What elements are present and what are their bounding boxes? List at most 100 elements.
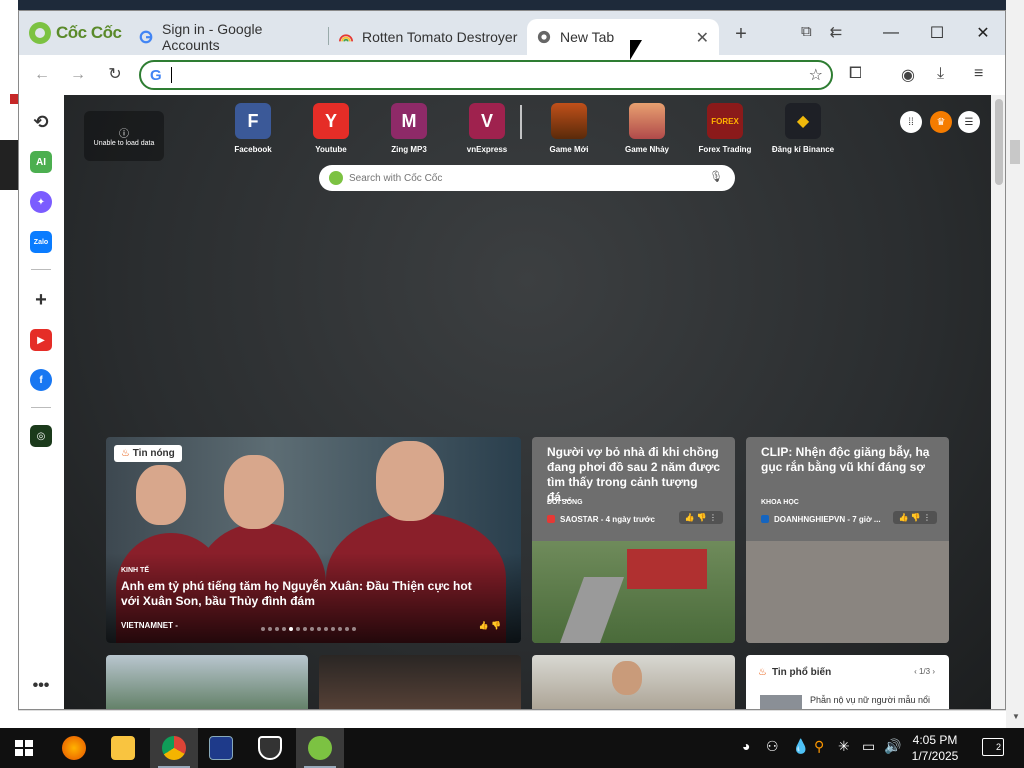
news-category: KHOA HỌC: [761, 499, 799, 506]
close-tab-icon[interactable]: ✕: [696, 28, 709, 48]
speed-dial-facebook[interactable]: F Facebook: [214, 103, 292, 154]
browser-toolbar: ← → ↻ G ☆ ⧠ ◉ ⤓ ≡: [19, 55, 1005, 95]
news-card-stadium[interactable]: [106, 655, 308, 709]
droplet-tray-icon[interactable]: 💧: [792, 738, 809, 755]
speed-dial-game-moi[interactable]: Game Mới: [530, 103, 608, 154]
chrome-tray-icon[interactable]: ◕: [742, 738, 750, 754]
address-bar[interactable]: G ☆: [139, 60, 833, 90]
news-source: VIETNAMNET -: [121, 621, 178, 630]
thumbs-down-icon[interactable]: 👎: [491, 621, 501, 630]
tab-google-sign-in[interactable]: Sign in - Google Accounts: [129, 19, 329, 55]
security-shield-icon[interactable]: [258, 736, 282, 760]
page-scrollbar[interactable]: [991, 95, 1005, 709]
tab-list-icon[interactable]: ⇇: [830, 23, 843, 41]
tab-search-icon[interactable]: ⧉: [801, 23, 812, 41]
speed-dial-zing-mp3[interactable]: M Zing MP3: [370, 103, 448, 154]
search-box[interactable]: 🎙: [319, 165, 735, 191]
browser-brand[interactable]: Cốc Cốc: [29, 21, 122, 45]
more-icon[interactable]: ⋮: [923, 513, 931, 522]
address-input[interactable]: [175, 64, 775, 86]
news-title[interactable]: Anh em tỷ phú tiếng tăm họ Nguyễn Xuân: …: [121, 579, 491, 609]
coccoc-taskbar-icon[interactable]: [308, 736, 332, 760]
source-icon: [761, 515, 769, 523]
forex-tile-icon: FOREX: [707, 103, 743, 139]
coccoc-2024-icon[interactable]: ◎: [30, 425, 52, 447]
forward-button[interactable]: →: [67, 64, 89, 86]
news-card[interactable]: CLIP: Nhện độc giăng bẫy, hạ gục rắn bằn…: [746, 437, 949, 643]
file-explorer-icon[interactable]: [111, 736, 135, 760]
rainbow-icon: [339, 34, 353, 42]
messenger-icon[interactable]: ✦: [30, 191, 52, 213]
next-icon[interactable]: ›: [932, 667, 935, 676]
chrome-icon[interactable]: [162, 736, 186, 760]
maximize-button[interactable]: ☐: [914, 11, 960, 55]
game-nhay-tile-icon: [629, 103, 665, 139]
back-button[interactable]: ←: [31, 64, 53, 86]
sparkle-tray-icon[interactable]: ✳: [838, 738, 850, 755]
news-title[interactable]: Người vợ bỏ nhà đi khi chồng đang phơi đ…: [547, 445, 722, 505]
windows-taskbar: ◕ ⚇ 💧 ⚲ ✳ ▭ 🔊 4:05 PM 1/7/2025 2: [0, 728, 1024, 768]
speed-dial-binance[interactable]: ◆ Đăng kí Binance: [764, 103, 842, 154]
notification-center-icon[interactable]: 2: [982, 738, 1004, 756]
ai-assistant-icon[interactable]: AI: [30, 151, 52, 173]
news-card[interactable]: Người vợ bỏ nhà đi khi chồng đang phơi đ…: [532, 437, 735, 643]
weather-widget[interactable]: ⓘ Unable to load data: [84, 111, 164, 161]
add-sidebar-item-icon[interactable]: +: [30, 289, 52, 311]
popular-item-title[interactable]: Phẫn nộ vụ nữ người mẫu nổi: [810, 695, 930, 705]
youtube-icon[interactable]: ▶: [30, 329, 52, 351]
extensions-icon[interactable]: ⧠: [849, 65, 862, 83]
speed-dial-forex[interactable]: FOREX Forex Trading: [686, 103, 764, 154]
new-tab-button[interactable]: +: [731, 23, 751, 46]
system-clock[interactable]: 4:05 PM 1/7/2025: [900, 732, 970, 764]
reload-button[interactable]: ↻: [104, 64, 126, 86]
crown-icon[interactable]: ♛: [930, 111, 952, 133]
more-icon[interactable]: ⋮: [709, 513, 717, 522]
thumbs-down-icon[interactable]: 👎: [697, 513, 707, 522]
youtube-tile-icon: Y: [313, 103, 349, 139]
facebook-tile-icon: F: [235, 103, 271, 139]
news-card-portrait[interactable]: [532, 655, 735, 709]
network-icon[interactable]: ▭: [862, 738, 875, 755]
people-tray-icon[interactable]: ⚇: [766, 738, 779, 755]
firefox-icon[interactable]: [62, 736, 86, 760]
minimize-button[interactable]: —: [868, 11, 914, 55]
speed-dial-vnexpress[interactable]: V vnExpress: [448, 103, 526, 154]
facebook-icon[interactable]: f: [30, 369, 52, 391]
remote-desktop-icon[interactable]: [209, 736, 233, 760]
thumbs-up-icon[interactable]: 👍: [685, 513, 695, 522]
bookmark-star-icon[interactable]: ☆: [809, 65, 823, 85]
tab-rotten-tomato[interactable]: Rotten Tomato Destroyer: [329, 19, 529, 55]
tab-label: Rotten Tomato Destroyer: [362, 29, 518, 45]
popular-thumbnail[interactable]: [760, 695, 802, 709]
tab-label: Sign in - Google Accounts: [162, 21, 263, 53]
carousel-dots[interactable]: [261, 627, 356, 631]
volume-icon[interactable]: 🔊: [884, 738, 901, 755]
more-options-icon[interactable]: •••: [30, 675, 52, 697]
scrollbar-thumb[interactable]: [995, 99, 1003, 185]
speed-dial-game-nhay[interactable]: Game Nhảy: [608, 103, 686, 154]
weather-status: Unable to load data: [93, 140, 155, 147]
thumbs-down-icon[interactable]: 👎: [911, 513, 921, 522]
background-window-edge: [18, 710, 1006, 728]
thumbs-up-icon[interactable]: 👍: [899, 513, 909, 522]
search-input[interactable]: [349, 170, 689, 186]
zalo-icon[interactable]: Zalo: [30, 231, 52, 253]
history-icon[interactable]: ⟲: [30, 111, 52, 133]
windows-start-icon[interactable]: [12, 736, 36, 760]
menu-icon[interactable]: ≡: [974, 65, 983, 83]
browser-sidebar: ⟲ AI ✦ Zalo + ▶ f ◎ •••: [19, 95, 63, 709]
customize-icon[interactable]: ☰: [958, 111, 980, 133]
thumbs-up-icon[interactable]: 👍: [479, 621, 489, 630]
close-window-button[interactable]: ✕: [960, 11, 1005, 55]
downloads-icon[interactable]: ⤓: [937, 65, 944, 83]
profile-icon[interactable]: ◉: [901, 65, 915, 85]
speed-dial-youtube[interactable]: Y Youtube: [292, 103, 370, 154]
news-card-luggage[interactable]: [319, 655, 521, 709]
prev-icon[interactable]: ‹: [914, 667, 917, 676]
apps-grid-icon[interactable]: ⁞⁞: [900, 111, 922, 133]
hero-news-card[interactable]: ♨ Tin nóng KINH TẾ Anh em tỷ phú tiếng t…: [106, 437, 521, 643]
news-title[interactable]: CLIP: Nhện độc giăng bẫy, hạ gục rắn bằn…: [761, 445, 936, 475]
search-tray-icon[interactable]: ⚲: [814, 738, 824, 755]
tab-new-tab[interactable]: New Tab ✕: [527, 19, 719, 55]
microphone-icon[interactable]: 🎙: [709, 170, 723, 183]
